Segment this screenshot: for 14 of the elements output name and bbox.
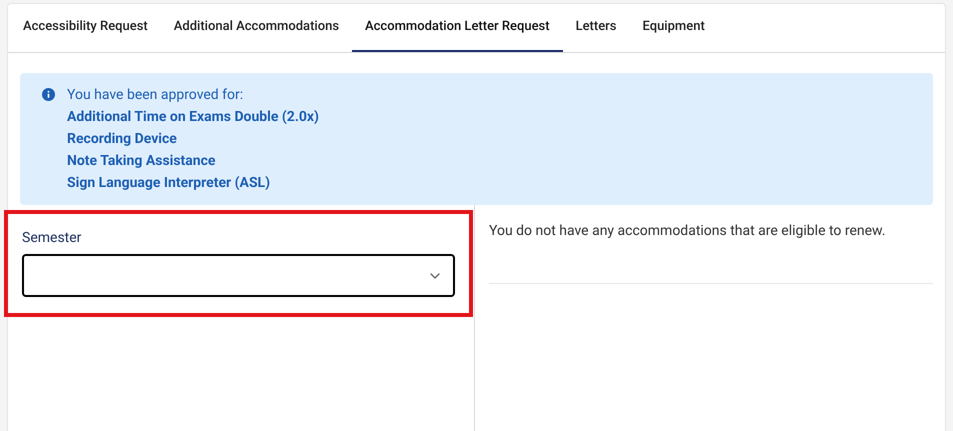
approved-accommodation: Recording Device <box>67 130 178 149</box>
approved-accommodation: Sign Language Interpreter (ASL) <box>67 174 272 193</box>
tab[interactable]: Accommodation Letter Request <box>352 4 563 52</box>
tab[interactable]: Equipment <box>629 4 718 52</box>
approved-accommodation: Additional Time on Exams Double (2.0x) <box>67 108 319 127</box>
tab[interactable]: Letters <box>562 4 630 52</box>
tab[interactable]: Additional Accommodations <box>160 4 352 52</box>
semester-select[interactable] <box>22 254 455 297</box>
approved-accommodation: Note Taking Assistance <box>67 152 216 171</box>
renewal-message: You do not have any accommodations that are eligible to renew. <box>489 222 886 241</box>
notice-heading: You have been approved for: <box>67 86 244 105</box>
tab[interactable]: Accessibility Request <box>10 4 161 52</box>
field-label: Semester <box>22 229 82 248</box>
info-icon <box>42 88 55 101</box>
